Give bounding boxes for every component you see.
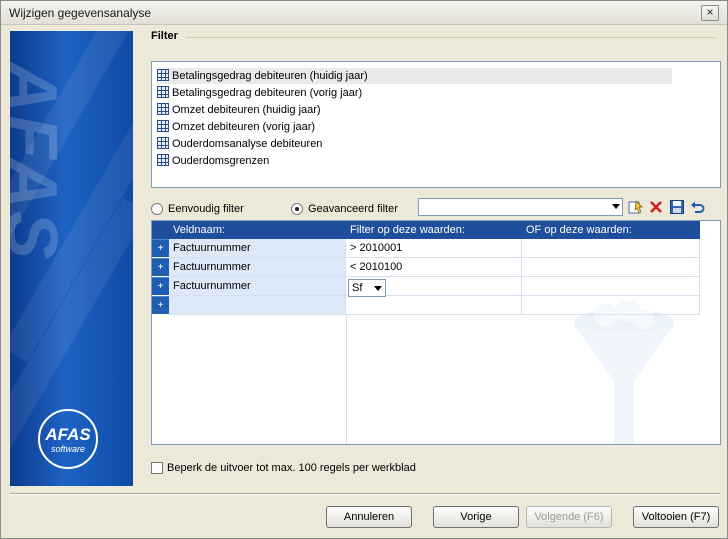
grid-header: Veldnaam: Filter op deze waarden: OF op …	[152, 221, 700, 239]
dataset-item[interactable]: Omzet debiteuren (vorig jaar)	[157, 119, 315, 135]
simple-filter-label: Eenvoudig filter	[168, 203, 244, 215]
filter-grid[interactable]: Veldnaam: Filter op deze waarden: OF op …	[151, 220, 721, 445]
operator-value: Sf	[352, 282, 363, 294]
row-expand-marker[interactable]: +	[152, 296, 169, 314]
filter-value-cell[interactable]: < 2010100	[346, 258, 522, 277]
banner-watermark-text: AFAS	[10, 61, 71, 262]
advanced-filter-radio[interactable]: Geavanceerd filter	[291, 202, 398, 216]
select-filter-button[interactable]	[627, 198, 645, 216]
field-name-cell[interactable]: Factuurnummer	[169, 258, 346, 277]
funnel-icon	[574, 301, 674, 444]
row-expand-marker[interactable]: +	[152, 239, 169, 257]
dataset-item[interactable]: Betalingsgedrag debiteuren (huidig jaar)	[157, 68, 672, 84]
dataset-item[interactable]: Ouderdomsgrenzen	[157, 153, 269, 169]
side-banner: AFAS AFAS software	[10, 31, 133, 486]
table-icon	[157, 120, 169, 132]
afas-logo: AFAS software	[38, 409, 98, 469]
select-filter-icon	[628, 200, 643, 214]
cancel-button[interactable]: Annuleren	[326, 506, 412, 528]
column-header-filter: Filter op deze waarden:	[350, 224, 465, 236]
dataset-label: Omzet debiteuren (huidig jaar)	[172, 104, 321, 116]
field-name-cell[interactable]: Factuurnummer	[169, 277, 346, 296]
footer-separator	[10, 493, 720, 495]
advanced-filter-label: Geavanceerd filter	[308, 203, 398, 215]
filter-value-cell[interactable]: > 2010001	[346, 239, 522, 258]
save-button[interactable]	[668, 198, 686, 216]
row-expand-marker[interactable]: +	[152, 258, 169, 276]
column-header-field: Veldnaam:	[173, 224, 225, 236]
title-bar: Wijzigen gegevensanalyse ×	[1, 1, 727, 25]
dataset-item[interactable]: Omzet debiteuren (huidig jaar)	[157, 102, 321, 118]
field-name-cell[interactable]	[169, 296, 346, 315]
row-expand-marker[interactable]: +	[152, 277, 169, 295]
undo-icon	[691, 201, 705, 213]
delete-button[interactable]	[647, 198, 665, 216]
table-icon	[157, 154, 169, 166]
dataset-item[interactable]: Ouderdomsanalyse debiteuren	[157, 136, 322, 152]
checkbox-icon	[151, 462, 163, 474]
table-icon	[157, 86, 169, 98]
dialog-window: Wijzigen gegevensanalyse × AFAS AFAS sof…	[0, 0, 728, 539]
simple-filter-radio[interactable]: Eenvoudig filter	[151, 202, 244, 216]
or-value-cell[interactable]	[522, 277, 700, 296]
chevron-down-icon	[374, 286, 382, 291]
field-name-cell[interactable]: Factuurnummer	[169, 239, 346, 258]
filter-divider	[186, 37, 716, 38]
saved-filter-dropdown[interactable]	[418, 198, 623, 216]
save-icon	[670, 200, 684, 214]
table-icon	[157, 103, 169, 115]
limit-output-checkbox[interactable]: Beperk de uitvoer tot max. 100 regels pe…	[151, 461, 416, 475]
previous-button[interactable]: Vorige	[433, 506, 519, 528]
operator-dropdown[interactable]: Sf	[348, 279, 386, 297]
close-button[interactable]: ×	[701, 5, 719, 21]
filter-value-cell[interactable]	[346, 296, 522, 315]
logo-main-text: AFAS	[45, 425, 91, 444]
window-title: Wijzigen gegevensanalyse	[9, 6, 152, 20]
dataset-label: Ouderdomsanalyse debiteuren	[172, 138, 323, 150]
dataset-label: Betalingsgedrag debiteuren (huidig jaar)	[172, 70, 368, 82]
next-button[interactable]: Volgende (F6)	[526, 506, 612, 528]
dataset-label: Omzet debiteuren (vorig jaar)	[172, 121, 316, 133]
filter-section-label: Filter	[151, 30, 178, 42]
table-icon	[157, 69, 169, 81]
finish-button[interactable]: Voltooien (F7)	[633, 506, 719, 528]
table-icon	[157, 137, 169, 149]
column-header-or: OF op deze waarden:	[526, 224, 632, 236]
or-value-cell[interactable]	[522, 239, 700, 258]
radio-button-selected-icon	[291, 203, 303, 215]
radio-button-icon	[151, 203, 163, 215]
dataset-label: Betalingsgedrag debiteuren (vorig jaar)	[172, 87, 363, 99]
dataset-label: Ouderdomsgrenzen	[172, 155, 270, 167]
grid-corner	[152, 221, 169, 239]
column-divider	[346, 315, 347, 444]
or-value-cell[interactable]	[522, 258, 700, 277]
undo-button[interactable]	[689, 198, 707, 216]
delete-icon	[650, 201, 662, 213]
chevron-down-icon	[612, 204, 620, 209]
dataset-list[interactable]: Betalingsgedrag debiteuren (huidig jaar)…	[151, 61, 721, 188]
dataset-item[interactable]: Betalingsgedrag debiteuren (vorig jaar)	[157, 85, 362, 101]
limit-output-label: Beperk de uitvoer tot max. 100 regels pe…	[167, 462, 416, 474]
logo-sub-text: software	[50, 444, 85, 454]
